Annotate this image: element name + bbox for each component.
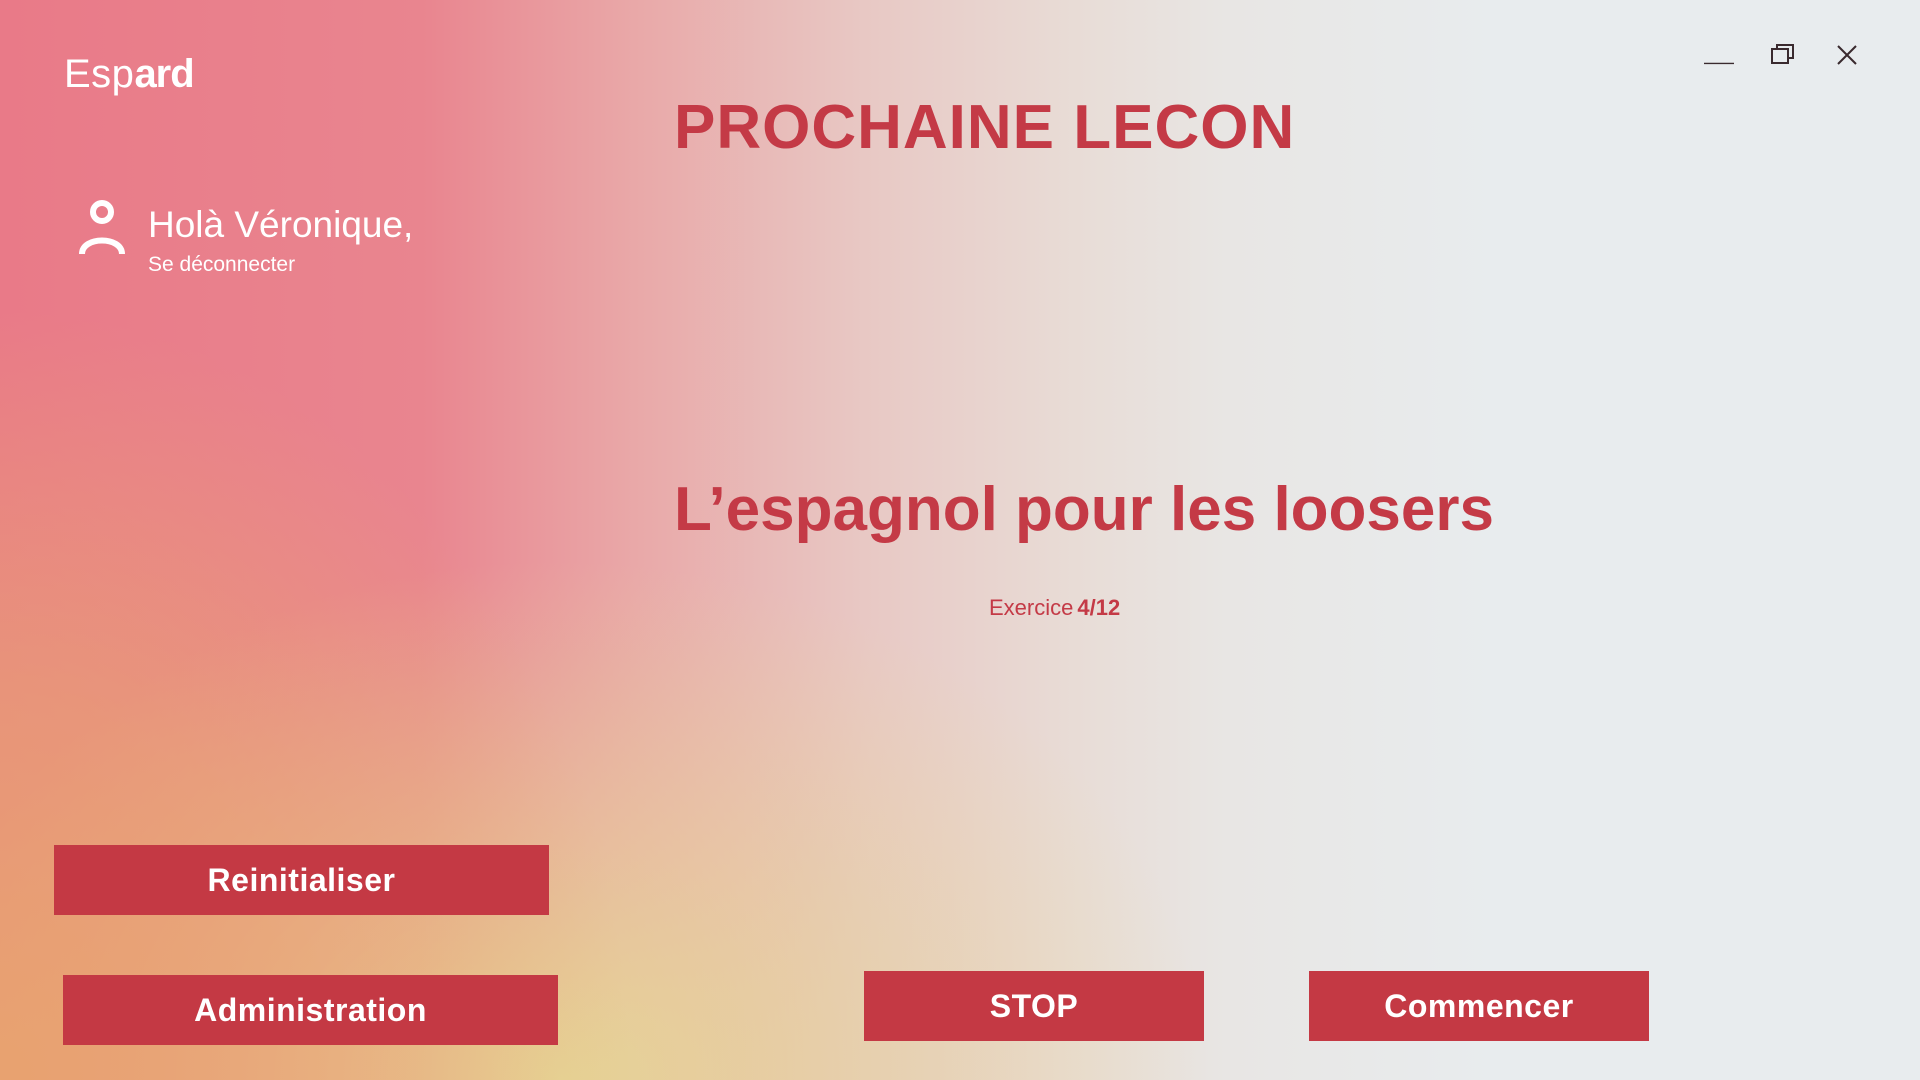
exercise-label: Exercice (989, 595, 1074, 620)
close-button[interactable] (1832, 40, 1862, 70)
user-greeting: Holà Véronique, (148, 204, 414, 245)
administration-button[interactable]: Administration (63, 975, 558, 1045)
restore-icon (1771, 44, 1794, 64)
exercise-progress: 4/12 (1077, 595, 1121, 620)
window-controls (1704, 40, 1862, 70)
exercise-counter: Exercice 4/12 (989, 595, 1120, 621)
close-icon (1837, 45, 1857, 65)
page-title: PROCHAINE LECON (674, 93, 1296, 162)
lesson-title: L’espagnol pour les loosers (674, 475, 1494, 544)
app-logo-part-2: ard (134, 52, 194, 96)
stop-button[interactable]: STOP (864, 971, 1204, 1041)
user-icon (79, 200, 125, 255)
logout-link[interactable]: Se déconnecter (148, 253, 295, 277)
reset-button[interactable]: Reinitialiser (54, 845, 549, 915)
start-button[interactable]: Commencer (1309, 971, 1649, 1041)
user-text: Holà Véronique, Se déconnecter (148, 198, 413, 277)
app-logo-part-1: Esp (64, 52, 135, 96)
app-logo: Espard (64, 52, 195, 97)
restore-button[interactable] (1768, 40, 1798, 70)
minimize-button[interactable] (1704, 40, 1734, 70)
user-block: Holà Véronique, Se déconnecter (78, 198, 413, 277)
minimize-icon (1704, 62, 1734, 65)
